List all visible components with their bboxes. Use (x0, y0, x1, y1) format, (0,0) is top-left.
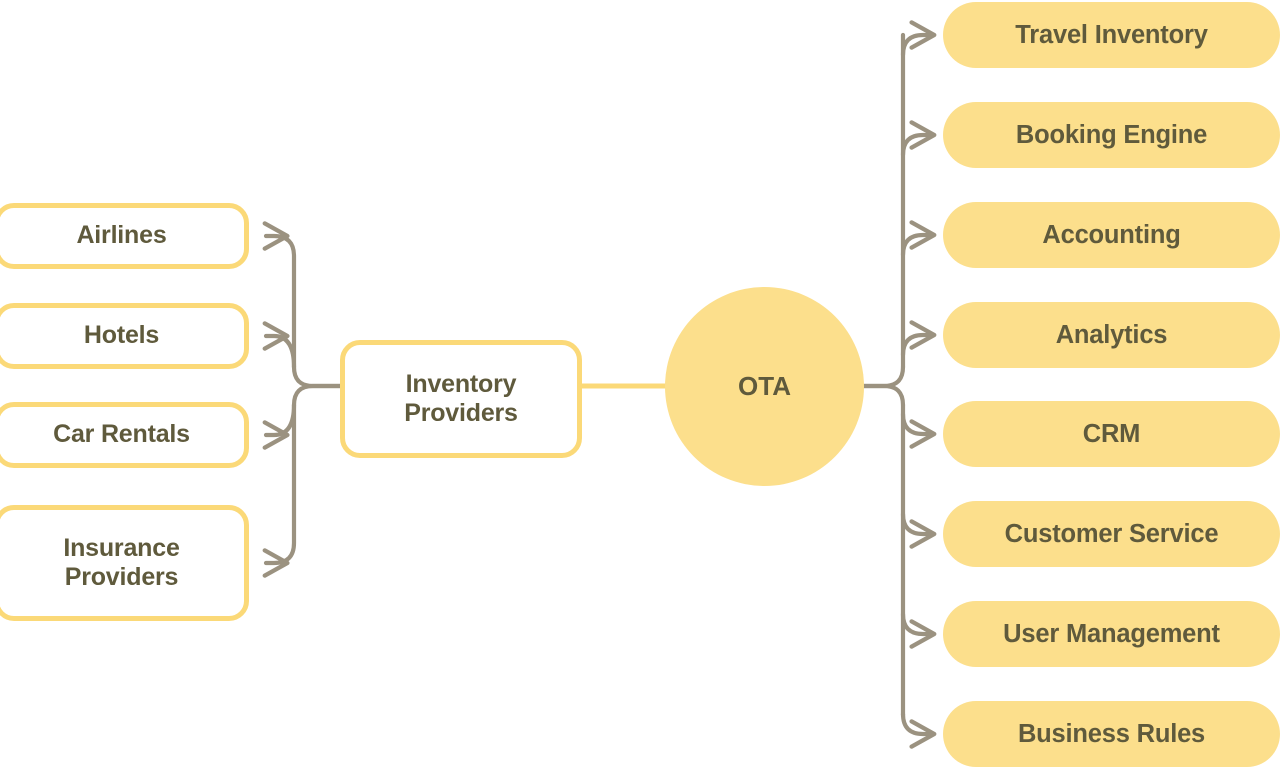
right-branch-accounting (900, 220, 937, 258)
diagram-canvas: Airlines Hotels Car Rentals Insurance Pr… (0, 0, 1280, 768)
node-travel-inventory[interactable]: Travel Inventory (943, 2, 1280, 68)
left-trunk-stub-lower (291, 383, 343, 408)
node-analytics[interactable]: Analytics (943, 302, 1280, 368)
node-ota-label: OTA (738, 371, 791, 402)
node-customer-service-label: Customer Service (1004, 519, 1219, 548)
node-crm-label: CRM (1082, 419, 1141, 448)
right-branch-crm (900, 411, 937, 449)
node-booking-engine-label: Booking Engine (1015, 120, 1208, 149)
node-business-rules[interactable]: Business Rules (943, 701, 1280, 767)
node-customer-service[interactable]: Customer Service (943, 501, 1280, 567)
right-branch-booking-engine (900, 120, 937, 158)
node-accounting[interactable]: Accounting (943, 202, 1280, 268)
left-branch-car-rentals (262, 402, 297, 450)
node-user-management[interactable]: User Management (943, 601, 1280, 667)
node-airlines[interactable]: Airlines (0, 203, 249, 269)
node-user-management-label: User Management (1003, 619, 1220, 648)
node-inventory-providers[interactable]: Inventory Providers (340, 340, 582, 458)
left-trunk-stub (291, 364, 343, 389)
node-analytics-label: Analytics (1055, 320, 1168, 349)
node-accounting-label: Accounting (1042, 220, 1181, 249)
right-trunk-stub-lower (861, 383, 906, 408)
right-branch-travel-inventory (900, 20, 937, 58)
node-hotels[interactable]: Hotels (0, 303, 249, 369)
right-branch-customer-service (900, 511, 937, 549)
right-branch-user-management (900, 611, 937, 649)
node-insurance-providers-label: Insurance Providers (63, 533, 180, 592)
left-branch-hotels (262, 321, 297, 370)
node-ota-root[interactable]: OTA (665, 287, 864, 486)
node-crm[interactable]: CRM (943, 401, 1280, 467)
node-car-rentals[interactable]: Car Rentals (0, 402, 249, 468)
left-trunk-upper (262, 221, 297, 370)
node-airlines-label: Airlines (76, 221, 167, 250)
node-inventory-providers-label: Inventory Providers (404, 369, 518, 428)
node-booking-engine[interactable]: Booking Engine (943, 102, 1280, 168)
node-travel-inventory-label: Travel Inventory (1015, 20, 1208, 49)
right-trunk-stub-upper (861, 364, 906, 389)
right-branch-business-rules (900, 711, 937, 749)
node-insurance-providers[interactable]: Insurance Providers (0, 505, 249, 621)
node-hotels-label: Hotels (83, 321, 160, 350)
left-branch-insurance (262, 402, 297, 578)
node-car-rentals-label: Car Rentals (53, 420, 190, 449)
right-branch-analytics (900, 320, 937, 358)
node-business-rules-label: Business Rules (1017, 719, 1206, 748)
